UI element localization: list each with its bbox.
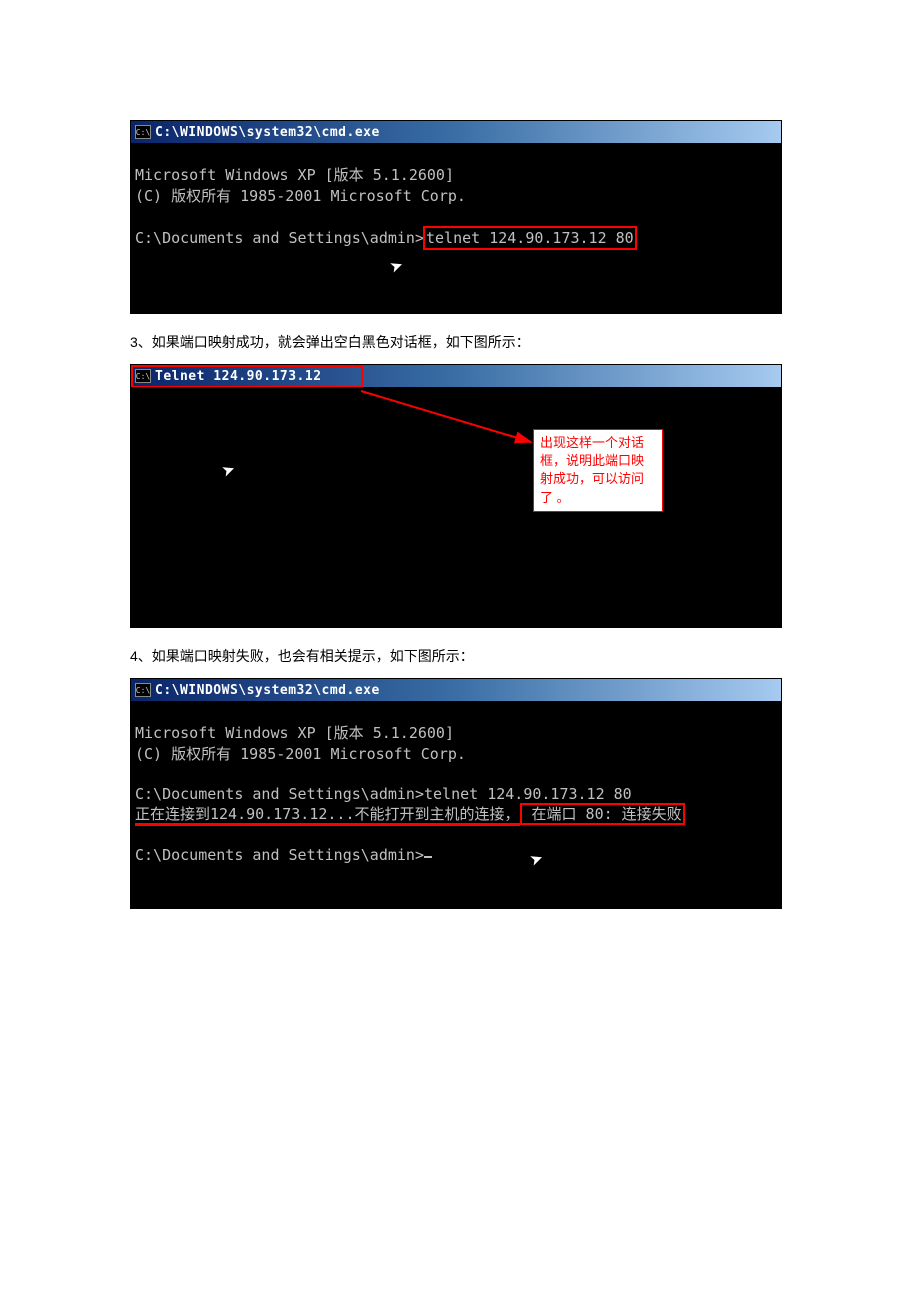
cmd-window-telnet-command: C:\ C:\WINDOWS\system32\cmd.exe Microsof… bbox=[130, 120, 782, 314]
text-cursor-icon bbox=[424, 856, 432, 858]
cmd-window-telnet-fail: C:\ C:\WINDOWS\system32\cmd.exe Microsof… bbox=[130, 678, 782, 909]
cmd-icon: C:\ bbox=[135, 125, 151, 139]
caption-step-4: 4、如果端口映射失败，也会有相关提示，如下图所示： bbox=[130, 646, 790, 666]
titlebar: C:\ Telnet 124.90.173.12 bbox=[131, 365, 781, 387]
cursor-arrow-icon: ➤ bbox=[386, 252, 409, 284]
cmd-icon: C:\ bbox=[135, 683, 151, 697]
success-callout: 出现这样一个对话框，说明此端口映射成功，可以访问了 。 bbox=[533, 429, 663, 512]
telnet-success-window: C:\ Telnet 124.90.173.12 出现这样一个对话框，说明此端口… bbox=[130, 364, 782, 628]
cursor-arrow-icon: ➤ bbox=[526, 845, 549, 877]
cursor-arrow-icon: ➤ bbox=[218, 456, 241, 488]
titlebar: C:\ C:\WINDOWS\system32\cmd.exe bbox=[131, 679, 781, 701]
version-line: Microsoft Windows XP [版本 5.1.2600] bbox=[135, 166, 454, 184]
window-title: Telnet 124.90.173.12 bbox=[155, 369, 322, 384]
window-title: C:\WINDOWS\system32\cmd.exe bbox=[155, 125, 380, 140]
terminal-body: Microsoft Windows XP [版本 5.1.2600] (C) 版… bbox=[131, 143, 781, 313]
cmd-icon: C:\ bbox=[135, 369, 151, 383]
window-title: C:\WINDOWS\system32\cmd.exe bbox=[155, 683, 380, 698]
connect-fail-highlight: 在端口 80: 连接失败 bbox=[520, 803, 685, 825]
prompt-text: C:\Documents and Settings\admin> bbox=[135, 229, 424, 247]
prompt-text: C:\Documents and Settings\admin> bbox=[135, 846, 424, 864]
copyright-line: (C) 版权所有 1985-2001 Microsoft Corp. bbox=[135, 745, 466, 763]
prompt-text: C:\Documents and Settings\admin> bbox=[135, 785, 424, 803]
annotation-arrow-icon bbox=[131, 387, 783, 647]
titlebar: C:\ C:\WINDOWS\system32\cmd.exe bbox=[131, 121, 781, 143]
copyright-line: (C) 版权所有 1985-2001 Microsoft Corp. bbox=[135, 187, 466, 205]
version-line: Microsoft Windows XP [版本 5.1.2600] bbox=[135, 724, 454, 742]
telnet-command: telnet 124.90.173.12 80 bbox=[424, 785, 632, 803]
terminal-body: Microsoft Windows XP [版本 5.1.2600] (C) 版… bbox=[131, 701, 781, 908]
terminal-body: 出现这样一个对话框，说明此端口映射成功，可以访问了 。 ➤ bbox=[131, 387, 781, 627]
telnet-command-highlight: telnet 124.90.173.12 80 bbox=[423, 226, 637, 250]
connect-fail-prefix: 正在连接到124.90.173.12...不能打开到主机的连接， bbox=[135, 805, 520, 826]
caption-step-3: 3、如果端口映射成功，就会弹出空白黑色对话框，如下图所示： bbox=[130, 332, 790, 352]
